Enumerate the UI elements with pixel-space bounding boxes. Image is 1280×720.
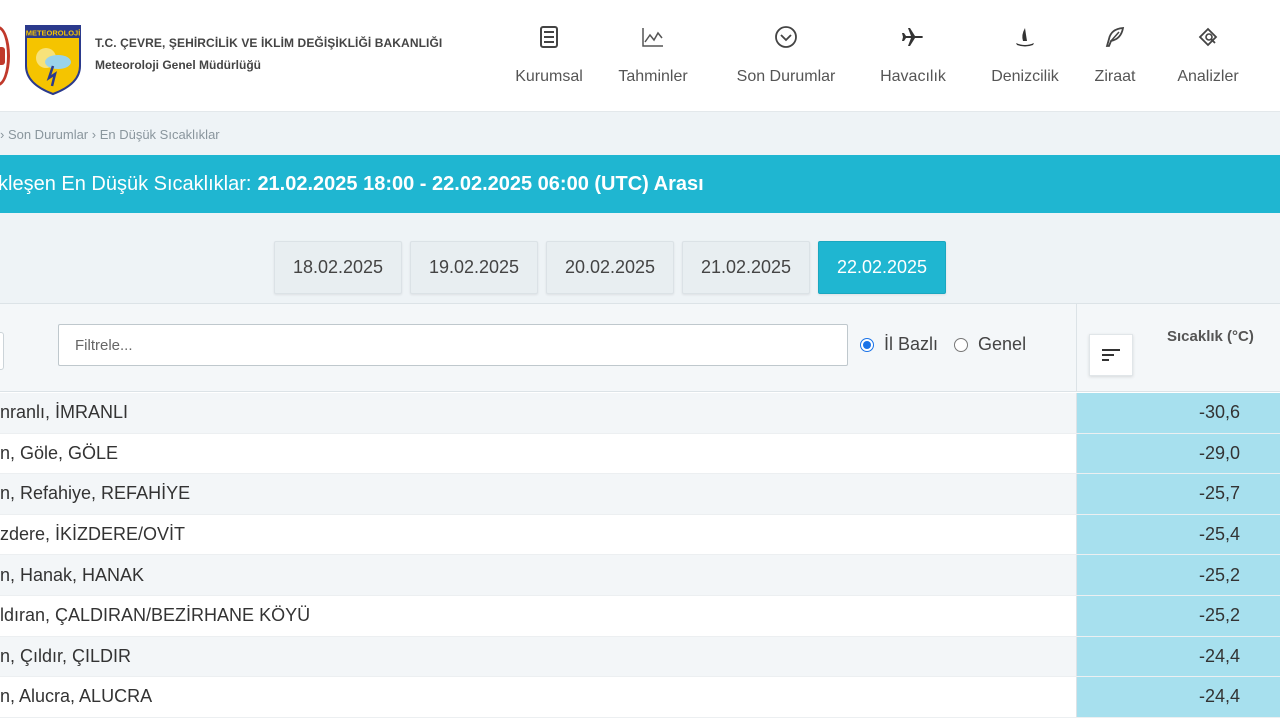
location-cell: zdere, İKİZDERE/OVİT (0, 524, 186, 545)
nav-label: Havacılık (880, 68, 946, 85)
nav-ziraat[interactable]: Ziraat (1077, 24, 1153, 86)
date-tab-22-02-2025[interactable]: 22.02.2025 (818, 241, 946, 294)
table-row[interactable]: nranlı, İMRANLI -30,6 (0, 393, 1280, 434)
sort-button[interactable] (1089, 334, 1133, 376)
filter-input[interactable] (58, 324, 848, 366)
table-toolbar: İl Bazlı Genel (0, 304, 1076, 392)
nav-label: Analizler (1177, 68, 1239, 85)
temperature-cell: -25,7 (1076, 474, 1280, 514)
directorate-name: Meteoroloji Genel Müdürlüğü (95, 58, 261, 72)
radio-label: Genel (978, 334, 1027, 354)
temperature-cell: -25,4 (1076, 514, 1280, 555)
page-title-prefix: kleşen En Düşük Sıcaklıklar: (0, 172, 252, 195)
location-cell: n, Hanak, HANAK (0, 555, 1076, 595)
radio-genel[interactable]: Genel (954, 334, 1026, 355)
table-row[interactable]: n, Çıldır, ÇILDIR -24,4 (0, 636, 1280, 678)
temperature-cell: -24,4 (1076, 677, 1280, 717)
leaf-icon (1102, 24, 1128, 50)
temperature-cell: -30,6 (1076, 393, 1280, 433)
breadcrumb[interactable]: › Son Durumlar › En Düşük Sıcaklıklar (0, 127, 220, 142)
radio-il-bazli[interactable]: İl Bazlı (860, 334, 938, 355)
ministry-logo[interactable] (0, 26, 10, 86)
location-cell: n, Çıldır, ÇILDIR (0, 636, 1076, 677)
ministry-name: T.C. ÇEVRE, ŞEHİRCİLİK VE İKLİM DEĞİŞİKL… (95, 36, 443, 50)
nav-label: Denizcilik (991, 68, 1059, 85)
table-body: nranlı, İMRANLI -30,6 n, Göle, GÖLE -29,… (0, 393, 1280, 718)
nav-label: Ziraat (1094, 68, 1136, 85)
temperature-cell: -25,2 (1076, 595, 1280, 636)
nav-havacilik[interactable]: Havacılık (861, 24, 965, 86)
location-cell: n, Refahiye, REFAHİYE (0, 474, 1076, 514)
table-row[interactable]: ldıran, ÇALDIRAN/BEZİRHANE KÖYÜ -25,2 (0, 595, 1280, 637)
table-row[interactable]: n, Alucra, ALUCRA -24,4 (0, 677, 1280, 718)
table-row[interactable]: n, Refahiye, REFAHİYE -25,7 (0, 474, 1280, 515)
temperature-table: İl Bazlı Genel Sıcaklık (°C) nranlı, İMR… (0, 303, 1280, 720)
check-circle-icon (773, 24, 799, 50)
chart-icon (640, 24, 666, 50)
radio-label: İl Bazlı (884, 334, 939, 354)
nav-kurumsal[interactable]: Kurumsal (505, 24, 593, 86)
page-title-banner: kleşen En Düşük Sıcaklıklar: 21.02.2025 … (0, 155, 1280, 213)
date-tabs: 18.02.2025 19.02.2025 20.02.2025 21.02.2… (274, 241, 954, 294)
date-tab-20-02-2025[interactable]: 20.02.2025 (546, 241, 674, 294)
site-header: METEOROLOJİ T.C. ÇEVRE, ŞEHİRCİLİK VE İK… (0, 0, 1280, 112)
temperature-header-label[interactable]: Sıcaklık (°C) (1167, 328, 1254, 345)
table-row[interactable]: zdere, İKİZDERE/OVİT -25,4 (0, 514, 1280, 556)
radio-button-checked[interactable] (860, 337, 874, 352)
date-tab-18-02-2025[interactable]: 18.02.2025 (274, 241, 402, 294)
temperature-column-header: Sıcaklık (°C) (1076, 304, 1280, 392)
nav-label: Son Durumlar (736, 68, 836, 85)
temperature-cell: -25,2 (1076, 555, 1280, 595)
temperature-cell: -29,0 (1076, 433, 1280, 474)
radio-button[interactable] (954, 337, 969, 352)
table-row[interactable]: n, Göle, GÖLE -29,0 (0, 433, 1280, 475)
sort-icon (1102, 349, 1120, 361)
main-nav: Kurumsal Tahminler Son Durumlar Havacılı… (505, 24, 1263, 86)
location-cell: ldıran, ÇALDIRAN/BEZİRHANE KÖYÜ (0, 605, 311, 626)
table-row[interactable]: n, Hanak, HANAK -25,2 (0, 555, 1280, 596)
document-icon (536, 24, 562, 50)
nav-analizler[interactable]: Analizler (1153, 24, 1263, 86)
date-tab-21-02-2025[interactable]: 21.02.2025 (682, 241, 810, 294)
toolbar-button[interactable] (0, 332, 4, 370)
date-tab-19-02-2025[interactable]: 19.02.2025 (410, 241, 538, 294)
location-cell: n, Alucra, ALUCRA (0, 686, 153, 707)
nav-denizcilik[interactable]: Denizcilik (973, 24, 1077, 86)
airplane-icon (900, 24, 926, 50)
ship-icon (1012, 24, 1038, 50)
scope-radio-group: İl Bazlı Genel (860, 334, 1042, 355)
meteoroloji-logo[interactable]: METEOROLOJİ (22, 22, 84, 96)
nav-label: Tahminler (618, 68, 688, 85)
nav-tahminler[interactable]: Tahminler (595, 24, 711, 86)
location-cell: n, Göle, GÖLE (0, 442, 119, 463)
temperature-cell: -24,4 (1076, 636, 1280, 677)
nav-son-durumlar[interactable]: Son Durumlar (711, 24, 861, 86)
analysis-icon (1195, 24, 1221, 50)
svg-text:METEOROLOJİ: METEOROLOJİ (26, 29, 81, 38)
organization-name: T.C. ÇEVRE, ŞEHİRCİLİK VE İKLİM DEĞİŞİKL… (95, 36, 442, 72)
nav-label: Kurumsal (515, 68, 583, 85)
page-title-range: 21.02.2025 18:00 - 22.02.2025 06:00 (UTC… (257, 172, 704, 195)
location-cell: nranlı, İMRANLI (0, 393, 1076, 433)
